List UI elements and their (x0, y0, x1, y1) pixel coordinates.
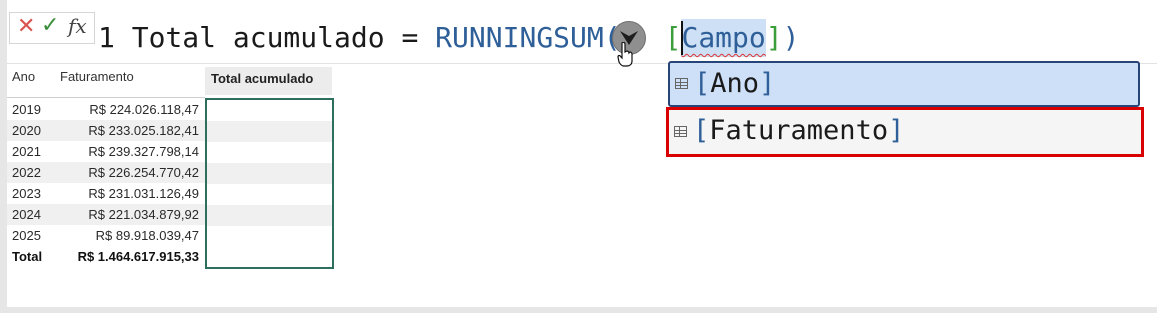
equals-sign: = (401, 21, 419, 54)
cell-faturamento: R$ 89.918.039,47 (95, 228, 199, 243)
ac-close-bracket: ] (888, 115, 905, 146)
param-close-bracket: ] (765, 21, 783, 54)
ac-label: Ano (710, 68, 760, 99)
table-row: 2024 R$ 221.034.879,92 (7, 204, 205, 225)
cell-ano: 2025 (12, 228, 41, 243)
table-row: 2021 R$ 239.327.798,14 (7, 141, 205, 162)
total-acumulado-cell (207, 205, 332, 226)
cell-ano: 2024 (12, 207, 41, 222)
autocomplete-item-faturamento[interactable]: [Faturamento] (666, 107, 1144, 157)
total-acumulado-cell (207, 184, 332, 205)
total-acumulado-cell (207, 100, 332, 121)
function-name: RUNNINGSUM( (435, 21, 621, 54)
total-acumulado-cell (207, 163, 332, 184)
cell-faturamento: R$ 226.254.770,42 (88, 165, 199, 180)
cell-ano: 2020 (12, 123, 41, 138)
commit-icon[interactable]: ✓ (41, 13, 59, 38)
formula-actions: ✕ ✓ fx (9, 12, 95, 44)
table-row: 2020 R$ 233.025.182,41 (7, 120, 205, 141)
cell-ano: 2021 (12, 144, 41, 159)
column-header-ano[interactable]: Ano (12, 69, 35, 84)
cancel-icon[interactable]: ✕ (17, 14, 35, 39)
function-close-paren: ) (782, 21, 800, 54)
fx-icon[interactable]: fx (68, 14, 87, 38)
canvas-left-edge (0, 0, 7, 313)
cell-ano: 2019 (12, 102, 41, 117)
formula-editor[interactable]: 1 Total acumulado = RUNNINGSUM( [Campo]) (98, 19, 799, 59)
param-open-bracket: [ (664, 21, 682, 54)
header-divider (7, 97, 205, 98)
cell-faturamento: R$ 233.025.182,41 (88, 123, 199, 138)
total-acumulado-cell (207, 247, 332, 268)
ac-open-bracket: [ (694, 68, 711, 99)
total-acumulado-cell (207, 121, 332, 142)
ac-label: Faturamento (709, 115, 889, 146)
cell-faturamento: R$ 239.327.798,14 (88, 144, 199, 159)
table-total-row: Total R$ 1.464.617.915,33 (7, 246, 205, 267)
total-acumulado-column[interactable] (205, 98, 334, 269)
ac-close-bracket: ] (759, 68, 776, 99)
table-row: 2025 R$ 89.918.039,47 (7, 225, 205, 246)
total-acumulado-cell (207, 226, 332, 247)
param-placeholder[interactable]: Campo (681, 19, 766, 57)
cell-faturamento: R$ 221.034.879,92 (88, 207, 199, 222)
table-column-icon (674, 126, 687, 137)
cell-ano: 2023 (12, 186, 41, 201)
table-column-icon (675, 78, 688, 89)
column-header-total-acumulado[interactable]: Total acumulado (205, 67, 332, 95)
ac-open-bracket: [ (693, 115, 710, 146)
column-header-faturamento[interactable]: Faturamento (60, 69, 134, 84)
cell-faturamento: R$ 231.031.126,49 (88, 186, 199, 201)
cell-ano: 2022 (12, 165, 41, 180)
table-row: 2019 R$ 224.026.118,47 (7, 99, 205, 120)
line-number: 1 (98, 21, 115, 54)
autocomplete-item-ano[interactable]: [Ano] (668, 61, 1140, 107)
cell-faturamento: R$ 224.026.118,47 (89, 102, 199, 117)
total-faturamento: R$ 1.464.617.915,33 (77, 249, 199, 264)
hand-cursor-icon (617, 42, 633, 67)
measure-name: Total acumulado (131, 21, 385, 54)
total-label: Total (12, 249, 43, 264)
table-row: 2022 R$ 226.254.770,42 (7, 162, 205, 183)
canvas-bottom-edge (0, 307, 1157, 313)
table-row: 2023 R$ 231.031.126,49 (7, 183, 205, 204)
total-acumulado-cell (207, 142, 332, 163)
